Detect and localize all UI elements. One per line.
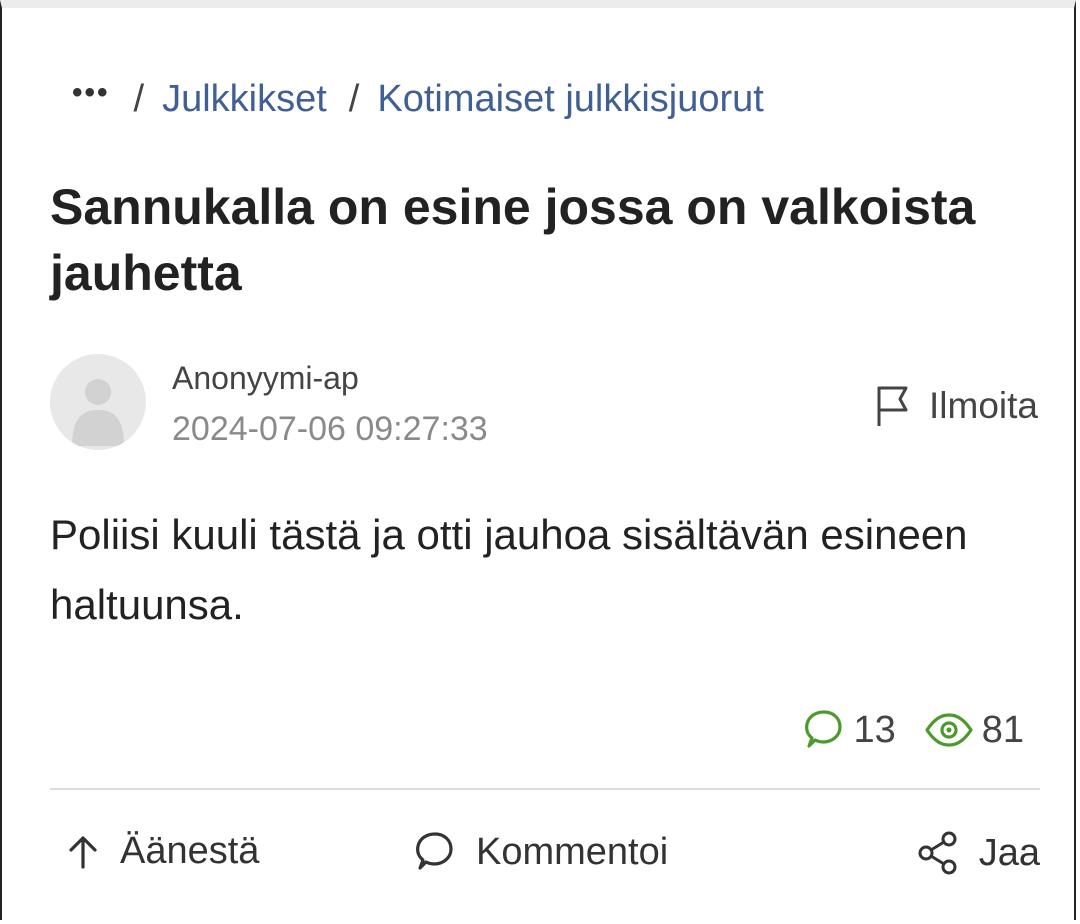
breadcrumb-link-kotimaiset[interactable]: Kotimaiset julkkisjuorut bbox=[377, 78, 763, 121]
speech-bubble-icon bbox=[416, 832, 453, 870]
view-count: 81 bbox=[924, 709, 1024, 752]
share-icon bbox=[918, 831, 957, 875]
comment-count: 13 bbox=[801, 708, 896, 752]
comment-button[interactable]: Kommentoi bbox=[412, 830, 668, 874]
eye-icon bbox=[925, 713, 973, 747]
breadcrumb-link-julkkikset[interactable]: Julkkikset bbox=[162, 78, 327, 121]
divider bbox=[50, 788, 1040, 790]
speech-bubble-icon bbox=[805, 710, 843, 748]
view-count-value: 81 bbox=[981, 708, 1024, 751]
breadcrumb: ••• / Julkkikset / Kotimaiset julkkisjuo… bbox=[72, 74, 764, 124]
share-button[interactable]: Jaa bbox=[917, 830, 1040, 876]
comment-count-value: 13 bbox=[853, 708, 896, 751]
breadcrumb-separator: / bbox=[348, 77, 360, 120]
post-stats: 13 81 bbox=[801, 708, 1024, 752]
report-button[interactable]: Ilmoita bbox=[875, 384, 1038, 428]
post-body: Poliisi kuuli tästä ja otti jauhoa sisäl… bbox=[50, 511, 968, 628]
arrow-up-icon bbox=[69, 835, 97, 869]
post-timestamp: 2024-07-06 09:27:33 bbox=[172, 410, 488, 448]
report-label: Ilmoita bbox=[929, 385, 1038, 426]
page-frame bbox=[0, 0, 1076, 920]
vote-label: Äänestä bbox=[120, 830, 260, 872]
action-bar: Äänestä Kommentoi Jaa bbox=[0, 830, 1080, 890]
vote-button[interactable]: Äänestä bbox=[66, 830, 259, 873]
breadcrumb-separator: / bbox=[133, 77, 145, 120]
share-label: Jaa bbox=[978, 831, 1040, 874]
more-dots-icon[interactable]: ••• bbox=[72, 76, 110, 110]
flag-icon bbox=[877, 386, 908, 426]
post-title: Sannukalla on esine jossa on valkoista j… bbox=[50, 179, 976, 301]
avatar bbox=[50, 354, 146, 450]
author-name[interactable]: Anonyymi-ap bbox=[172, 360, 359, 397]
comment-label: Kommentoi bbox=[476, 830, 669, 873]
user-silhouette-icon bbox=[72, 379, 124, 446]
